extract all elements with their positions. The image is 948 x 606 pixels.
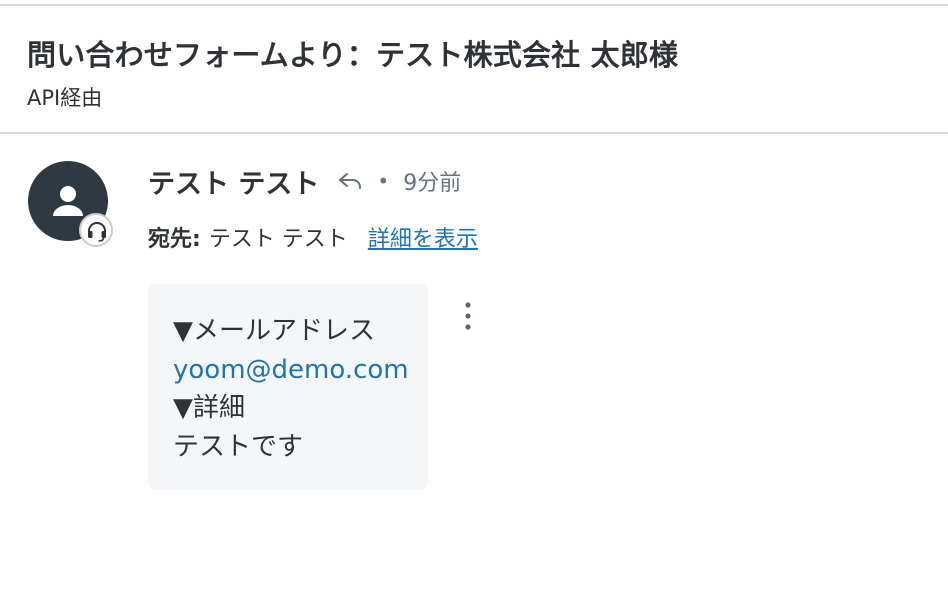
message-body: ▼メールアドレス yoom@demo.com ▼詳細 テストです xyxy=(173,312,409,466)
recipient-name: テスト テスト xyxy=(208,227,348,252)
message-bubble: ▼メールアドレス yoom@demo.com ▼詳細 テストです xyxy=(148,284,428,490)
meta-separator: • xyxy=(377,169,390,193)
recipient-row: 宛先: テスト テスト 詳細を表示 xyxy=(148,220,478,254)
ticket-conversation-view: 問い合わせフォームより：テスト株式会社 太郎様 API経由 テスト テスト • … xyxy=(0,0,948,606)
message-meta: テスト テスト • 9分前 xyxy=(148,162,461,201)
body-line-details-heading: ▼詳細 xyxy=(173,393,245,423)
ticket-subject: 問い合わせフォームより：テスト株式会社 太郎様 xyxy=(27,38,679,72)
message-timestamp[interactable]: 9分前 xyxy=(403,165,461,197)
more-options-button[interactable] xyxy=(454,299,482,335)
ticket-header: 問い合わせフォームより：テスト株式会社 太郎様 API経由 xyxy=(0,6,948,134)
show-details-link[interactable]: 詳細を表示 xyxy=(368,221,478,253)
body-line-details-text: テストです xyxy=(173,431,304,462)
email-link[interactable]: yoom@demo.com xyxy=(173,355,409,385)
agent-badge xyxy=(79,213,113,247)
ticket-channel: API経由 xyxy=(27,86,103,110)
author-name[interactable]: テスト テスト xyxy=(148,162,319,201)
headset-icon xyxy=(88,222,106,242)
body-line-email-heading: ▼メールアドレス xyxy=(173,316,375,346)
recipient-label: 宛先: xyxy=(148,227,201,252)
reply-arrow-icon xyxy=(337,169,365,193)
vertical-ellipsis-icon xyxy=(465,302,471,330)
